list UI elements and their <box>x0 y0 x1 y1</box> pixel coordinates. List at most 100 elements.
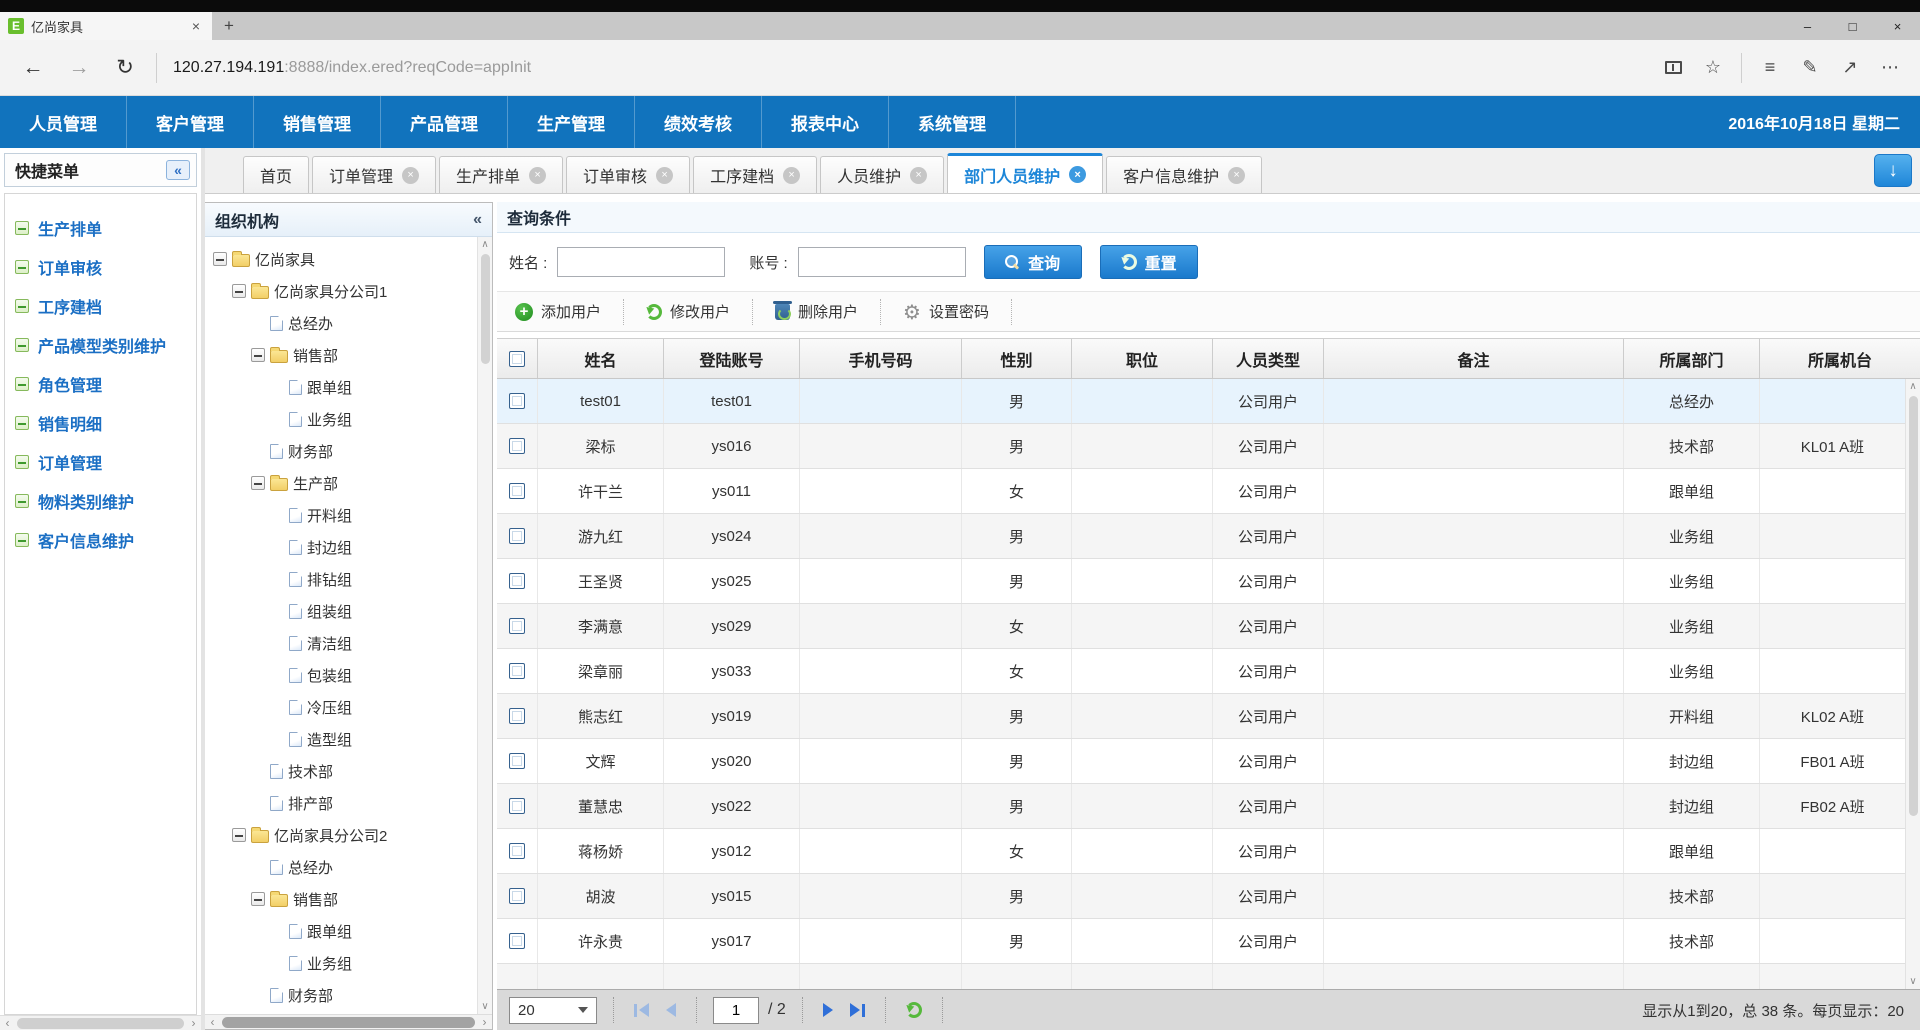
tree-node-1[interactable]: 亿尚家具分公司1 <box>213 275 474 307</box>
quick-menu-item-4[interactable]: 角色管理 <box>15 364 196 403</box>
add-user-button[interactable]: +添加用户 <box>509 301 607 322</box>
tree-node-8[interactable]: 开料组 <box>213 499 474 531</box>
nav-item-0[interactable]: 人员管理 <box>0 96 127 148</box>
table-row-8[interactable]: 文辉ys020男公司用户封边组FB01 A班 <box>497 739 1905 784</box>
set-password-button[interactable]: ⚙设置密码 <box>897 301 995 322</box>
quick-menu-item-8[interactable]: 客户信息维护 <box>15 520 196 559</box>
tree-toggle-minus-icon[interactable] <box>251 348 265 362</box>
select-all-header-cell[interactable] <box>497 339 538 378</box>
forward-button[interactable]: → <box>56 56 102 80</box>
row-checkbox-cell[interactable] <box>497 514 538 558</box>
table-row-6[interactable]: 梁章丽ys033女公司用户业务组 <box>497 649 1905 694</box>
doc-tab-4[interactable]: 工序建档× <box>693 156 817 193</box>
row-checkbox-cell[interactable] <box>497 424 538 468</box>
scroll-right-icon[interactable]: › <box>477 1015 492 1030</box>
account-input[interactable] <box>798 247 966 277</box>
tree-node-15[interactable]: 造型组 <box>213 723 474 755</box>
row-checkbox-cell[interactable] <box>497 379 538 423</box>
page-number-input[interactable] <box>713 997 759 1024</box>
column-header-4[interactable]: 职位 <box>1072 339 1213 378</box>
row-checkbox-cell[interactable] <box>497 649 538 693</box>
tree-node-14[interactable]: 冷压组 <box>213 691 474 723</box>
tree-node-7[interactable]: 生产部 <box>213 467 474 499</box>
org-tree-vscroll-thumb[interactable] <box>481 254 490 364</box>
nav-item-1[interactable]: 客户管理 <box>127 96 254 148</box>
refresh-button[interactable]: ↻ <box>102 55 148 80</box>
row-checkbox-cell[interactable] <box>497 694 538 738</box>
tree-node-23[interactable]: 财务部 <box>213 979 474 1011</box>
tree-node-4[interactable]: 跟单组 <box>213 371 474 403</box>
back-button[interactable]: ← <box>10 56 56 80</box>
tree-node-2[interactable]: 总经办 <box>213 307 474 339</box>
doc-tab-1[interactable]: 订单管理× <box>312 156 436 193</box>
quick-menu-item-6[interactable]: 订单管理 <box>15 442 196 481</box>
name-input[interactable] <box>557 247 725 277</box>
maximize-button[interactable]: □ <box>1830 12 1875 40</box>
modify-user-button[interactable]: 修改用户 <box>640 301 736 322</box>
minimize-button[interactable]: – <box>1785 12 1830 40</box>
quick-menu-hscrollbar[interactable]: ‹ › <box>0 1015 201 1030</box>
row-checkbox[interactable] <box>509 528 525 544</box>
row-checkbox[interactable] <box>509 798 525 814</box>
nav-item-2[interactable]: 销售管理 <box>254 96 381 148</box>
scroll-right-icon[interactable]: › <box>186 1016 201 1030</box>
new-tab-button[interactable]: + <box>212 12 246 40</box>
column-header-8[interactable]: 所属机台 <box>1760 339 1920 378</box>
row-checkbox[interactable] <box>509 933 525 949</box>
quick-menu-item-1[interactable]: 订单审核 <box>15 247 196 286</box>
column-header-3[interactable]: 性别 <box>962 339 1072 378</box>
nav-item-3[interactable]: 产品管理 <box>381 96 508 148</box>
row-checkbox-cell[interactable] <box>497 559 538 603</box>
row-checkbox-cell[interactable] <box>497 874 538 918</box>
close-button[interactable]: × <box>1875 12 1920 40</box>
tree-node-22[interactable]: 业务组 <box>213 947 474 979</box>
tree-node-6[interactable]: 财务部 <box>213 435 474 467</box>
quick-menu-item-0[interactable]: 生产排单 <box>15 208 196 247</box>
nav-item-6[interactable]: 报表中心 <box>762 96 889 148</box>
row-checkbox[interactable] <box>509 618 525 634</box>
row-checkbox[interactable] <box>509 393 525 409</box>
table-row-7[interactable]: 熊志红ys019男公司用户开料组KL02 A班 <box>497 694 1905 739</box>
tab-overflow-button[interactable]: ↓ <box>1874 154 1912 187</box>
row-checkbox-cell[interactable] <box>497 919 538 963</box>
quick-menu-hscroll-thumb[interactable] <box>17 1018 184 1029</box>
column-header-5[interactable]: 人员类型 <box>1213 339 1324 378</box>
doc-tab-2[interactable]: 生产排单× <box>439 156 563 193</box>
user-table-vscroll-thumb[interactable] <box>1909 396 1918 816</box>
browser-tab[interactable]: E 亿尚家具 × <box>0 12 212 40</box>
address-field[interactable]: 120.27.194.191:8888/index.ered?reqCode=a… <box>173 59 531 77</box>
quick-menu-item-3[interactable]: 产品模型类别维护 <box>15 325 196 364</box>
browser-tab-close-icon[interactable]: × <box>188 18 204 34</box>
table-row-12[interactable]: 许永贵ys017男公司用户技术部 <box>497 919 1905 964</box>
share-button[interactable]: ↗ <box>1830 57 1870 78</box>
table-row-3[interactable]: 游九红ys024男公司用户业务组 <box>497 514 1905 559</box>
tab-close-icon[interactable]: × <box>1228 167 1245 184</box>
org-tree-vscrollbar[interactable]: ∧ ∨ <box>477 237 492 1014</box>
quick-menu-item-7[interactable]: 物料类别维护 <box>15 481 196 520</box>
last-page-button[interactable] <box>846 1003 869 1017</box>
web-note-button[interactable]: ✎ <box>1790 57 1830 78</box>
prev-page-button[interactable] <box>662 1003 680 1017</box>
tree-toggle-minus-icon[interactable] <box>213 252 227 266</box>
nav-item-7[interactable]: 系统管理 <box>889 96 1016 148</box>
row-checkbox[interactable] <box>509 753 525 769</box>
tree-node-0[interactable]: 亿尚家具 <box>213 243 474 275</box>
nav-item-4[interactable]: 生产管理 <box>508 96 635 148</box>
tab-close-icon[interactable]: × <box>656 167 673 184</box>
row-checkbox-cell[interactable] <box>497 739 538 783</box>
tab-close-icon[interactable]: × <box>402 167 419 184</box>
scroll-up-icon[interactable]: ∧ <box>481 237 488 252</box>
column-header-7[interactable]: 所属部门 <box>1624 339 1760 378</box>
table-row-5[interactable]: 李满意ys029女公司用户业务组 <box>497 604 1905 649</box>
tree-node-19[interactable]: 总经办 <box>213 851 474 883</box>
refresh-table-button[interactable] <box>906 1002 922 1018</box>
delete-user-button[interactable]: 删除用户 <box>769 301 864 322</box>
column-header-6[interactable]: 备注 <box>1324 339 1624 378</box>
doc-tab-0[interactable]: 首页 <box>243 156 309 193</box>
row-checkbox-cell[interactable] <box>497 784 538 828</box>
user-table-vscrollbar[interactable]: ∧ ∨ <box>1905 379 1920 989</box>
scroll-down-icon[interactable]: ∨ <box>1909 974 1916 989</box>
row-checkbox-cell[interactable] <box>497 829 538 873</box>
next-page-button[interactable] <box>819 1003 837 1017</box>
table-row-9[interactable]: 董慧忠ys022男公司用户封边组FB02 A班 <box>497 784 1905 829</box>
